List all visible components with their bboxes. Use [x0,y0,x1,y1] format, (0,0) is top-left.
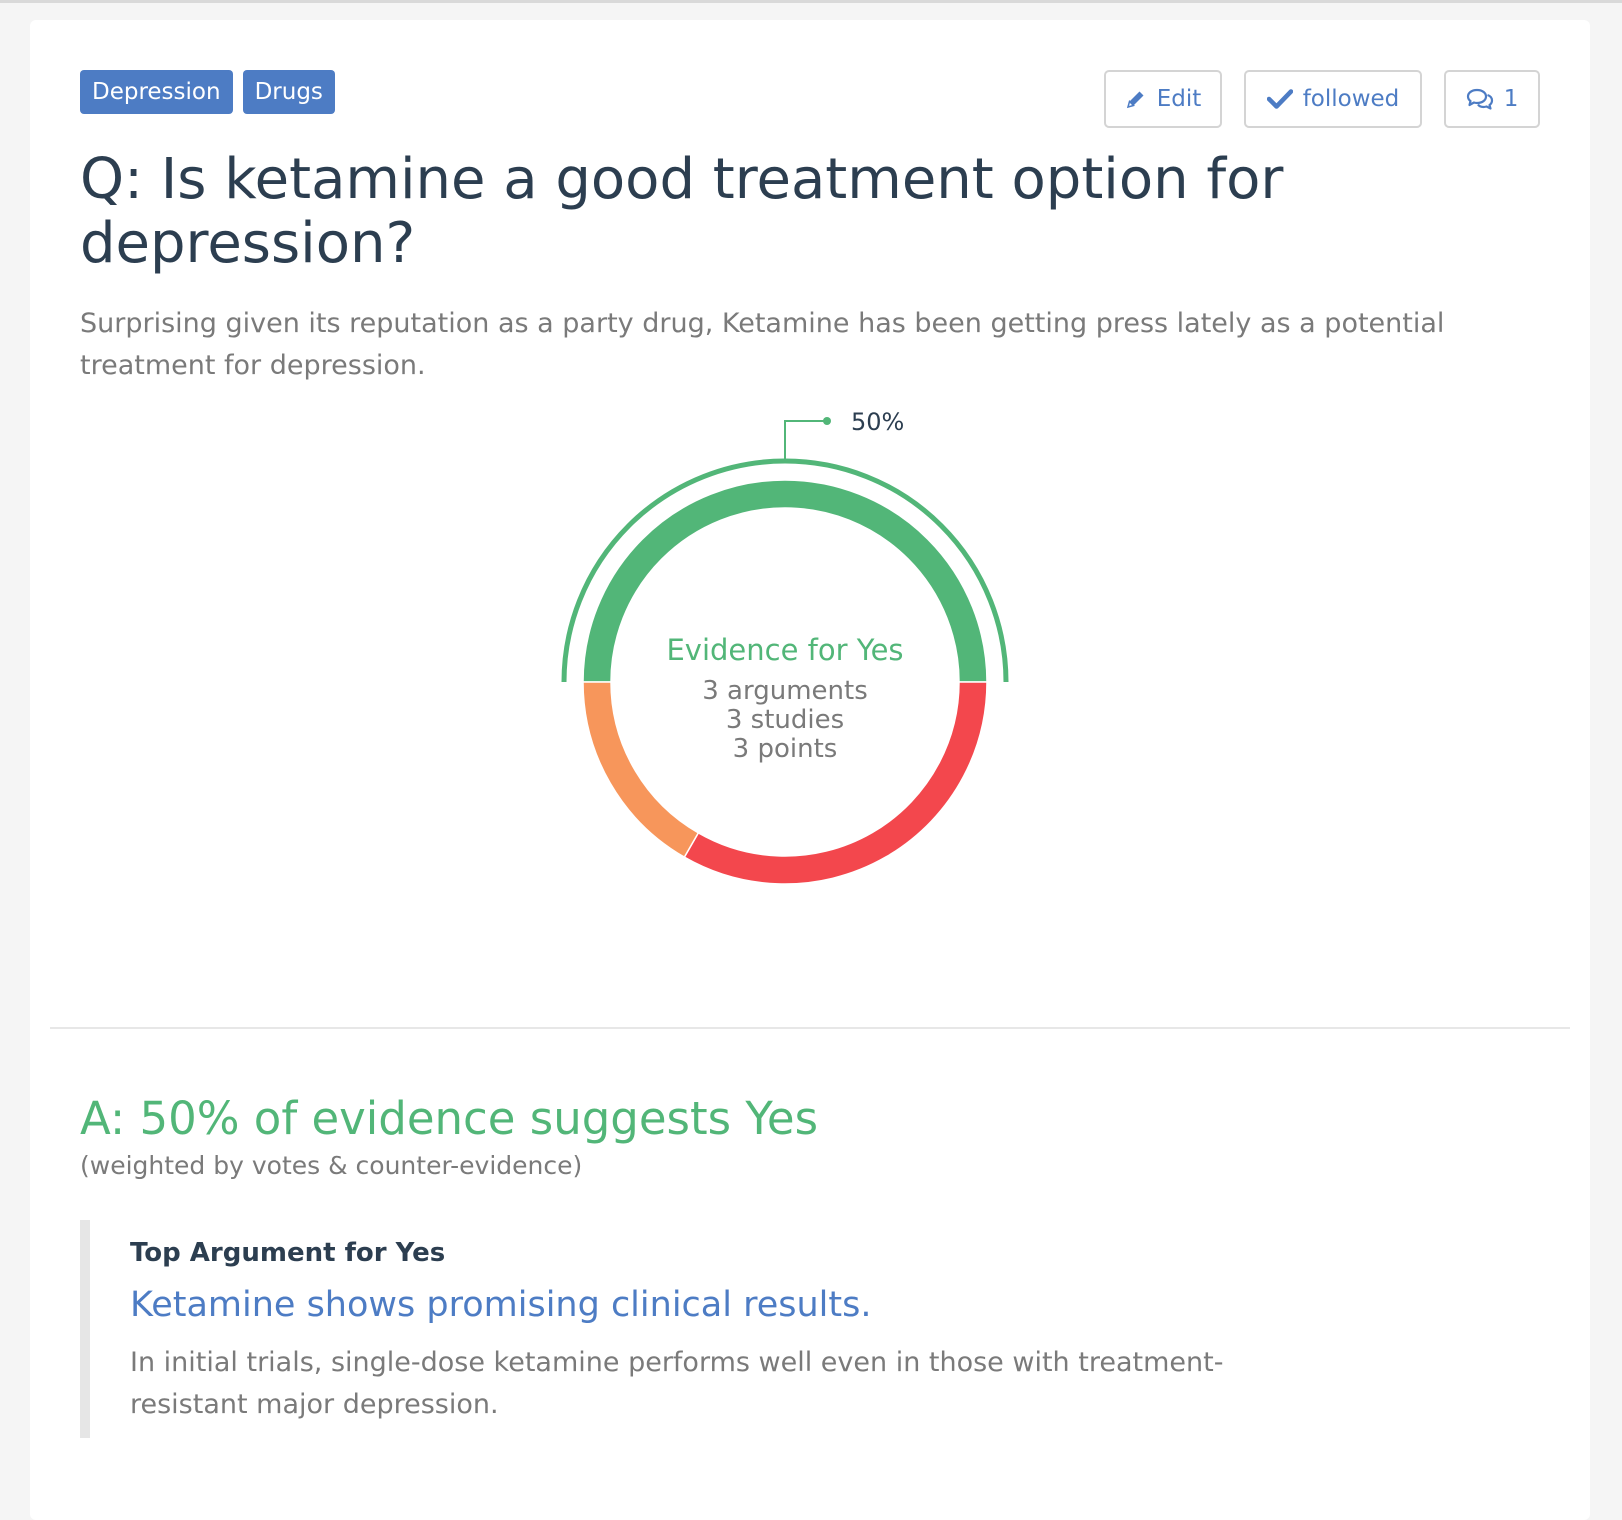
answer-headline: A: 50% of evidence suggests Yes [80,1092,819,1145]
callout-dot [823,417,831,425]
question-card: Depression Drugs Edit followed 1 Q: Is k… [30,20,1590,1520]
answer-subtext: (weighted by votes & counter-evidence) [80,1151,583,1180]
center-arguments-count: 3 arguments [702,676,868,706]
comment-count: 1 [1503,86,1519,112]
action-bar: Edit followed 1 [1104,70,1540,128]
callout-label: 50% [851,408,904,436]
question-description: Surprising given its reputation as a par… [80,308,1445,381]
donut-slice-neutral [582,681,700,859]
follow-button-label: followed [1302,86,1400,112]
pencil-icon [1125,88,1147,110]
evidence-donut-chart: 50% Evidence for Yes 3 arguments 3 studi… [561,408,1009,885]
tag-drugs[interactable]: Drugs [242,70,335,114]
comment-bubbles-icon [1466,87,1494,111]
evidence-chart: 50% Evidence for Yes 3 arguments 3 studi… [30,380,1590,940]
edit-button-label: Edit [1156,86,1202,112]
center-studies-count: 3 studies [726,705,844,735]
tag-depression[interactable]: Depression [80,70,233,114]
callout-line [784,420,827,461]
tag-list: Depression Drugs [80,70,335,114]
top-argument-heading: Top Argument for Yes [130,1238,446,1268]
checkmark-icon [1266,88,1293,110]
section-divider [50,1027,1570,1029]
top-argument-summary: In initial trials, single-dose ketamine … [130,1347,1224,1420]
question-title: Q: Is ketamine a good treatment option f… [80,147,1284,276]
center-points-count: 3 points [733,734,838,764]
top-argument-block: Top Argument for Yes Ketamine shows prom… [80,1220,1300,1438]
edit-button[interactable]: Edit [1104,70,1222,128]
follow-button[interactable]: followed [1244,70,1422,128]
comments-button[interactable]: 1 [1444,70,1540,128]
top-argument-link[interactable]: Ketamine shows promising clinical result… [130,1285,871,1325]
window-top-border [0,0,1622,3]
center-heading: Evidence for Yes [666,633,903,667]
